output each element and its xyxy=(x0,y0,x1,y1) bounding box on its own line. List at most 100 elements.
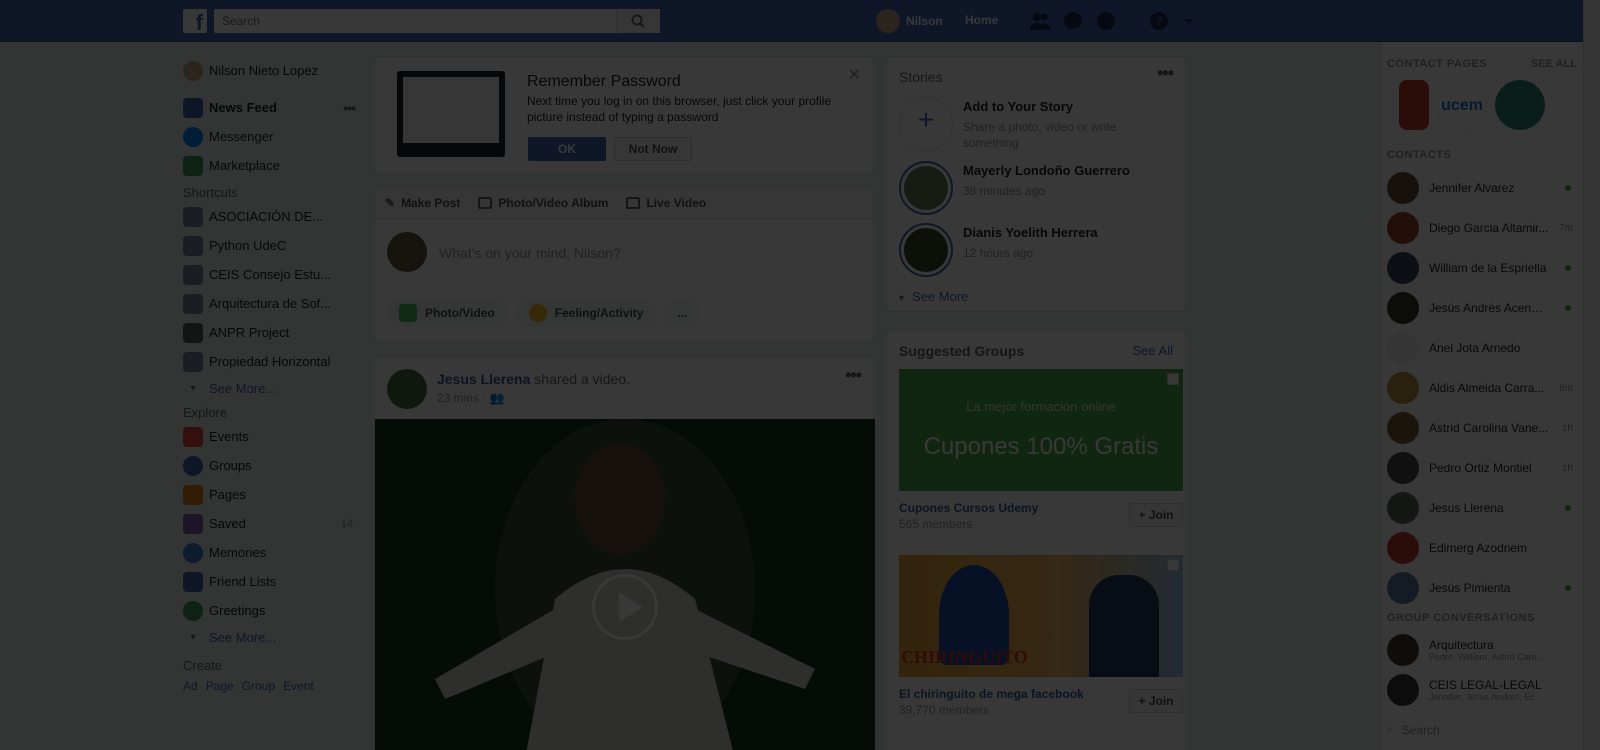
status-input[interactable]: What's on your mind, Nilson? xyxy=(439,245,621,261)
story-name: Dianis Yoelith Herrera xyxy=(963,225,1098,240)
shortcuts-heading: Shortcuts xyxy=(183,185,238,200)
contact-item[interactable]: Pedro Ortiz Montiel 1h xyxy=(1387,450,1577,486)
page-avatar[interactable] xyxy=(1399,80,1429,130)
home-link[interactable]: Home xyxy=(965,13,998,27)
sidebar-item-saved[interactable]: Saved 14 xyxy=(183,509,363,538)
post-options-icon[interactable]: ••• xyxy=(845,365,862,386)
sidebar-item-messenger[interactable]: Messenger xyxy=(183,122,363,151)
contact-item[interactable]: Anel Jota Arnedo xyxy=(1387,330,1577,366)
shortcut-item[interactable]: CEIS Consejo Estu... xyxy=(183,260,363,289)
last-active-time: 1h xyxy=(1561,422,1573,434)
help-icon[interactable]: ? xyxy=(1148,10,1170,32)
messenger-icon[interactable] xyxy=(1062,10,1084,32)
contact-name: Pedro Ortiz Montiel xyxy=(1429,461,1532,475)
avatar[interactable] xyxy=(387,369,427,409)
contact-item[interactable]: Aldis Almeida Carra... 8m xyxy=(1387,370,1577,406)
feeling-activity-button[interactable]: Feeling/Activity xyxy=(516,299,656,327)
more-actions-button[interactable]: ... xyxy=(665,299,700,327)
join-group-button[interactable]: + Join xyxy=(1129,503,1183,527)
shortcut-item[interactable]: Arquitectura de Sof... xyxy=(183,289,363,318)
contact-name: Jesús Pimienta xyxy=(1429,581,1511,595)
online-status-icon xyxy=(1565,265,1571,271)
contact-item[interactable]: Jesus Llerena xyxy=(1387,490,1577,526)
sidebar-item-greetings[interactable]: Greetings xyxy=(183,596,363,625)
explore-see-more[interactable]: ▾ See More... xyxy=(183,625,363,649)
contact-item[interactable]: Jesús Pimienta xyxy=(1387,570,1577,606)
sidebar-item-pages[interactable]: Pages xyxy=(183,480,363,509)
play-icon[interactable] xyxy=(592,574,658,640)
ad-choices-icon[interactable] xyxy=(1167,373,1179,385)
sidebar-item-friend-lists[interactable]: Friend Lists xyxy=(183,567,363,596)
create-ad-link[interactable]: Ad xyxy=(183,679,198,693)
more-options-icon[interactable]: ••• xyxy=(343,100,356,116)
page-logo[interactable]: ucem xyxy=(1437,80,1487,130)
shortcut-item[interactable]: ANPR Project xyxy=(183,318,363,347)
add-story[interactable]: Add to Your Story Share a photo, video o… xyxy=(899,97,1179,153)
join-group-button[interactable]: + Join xyxy=(1129,689,1183,713)
group-conversations-heading: GROUP CONVERSATIONS xyxy=(1387,612,1535,624)
chat-search[interactable]: ⌕ Search xyxy=(1387,722,1440,737)
see-more-label: See More xyxy=(912,289,969,304)
caret-down-icon[interactable] xyxy=(1178,10,1200,32)
group-cover-image[interactable]: CHIRINGUITO xyxy=(899,555,1183,677)
album-icon xyxy=(478,196,493,209)
sidebar-profile[interactable]: Nilson Nieto Lopez xyxy=(183,56,363,85)
search-button[interactable] xyxy=(616,9,660,33)
group-conversation-item[interactable]: Arquitectura Pedro, William, Astrid Caro.… xyxy=(1387,632,1577,668)
avatar xyxy=(1387,412,1419,444)
sidebar-item-groups[interactable]: Groups xyxy=(183,451,363,480)
contact-item[interactable]: Jennifer Alvarez xyxy=(1387,170,1577,206)
sidebar-item-news-feed[interactable]: News Feed ••• xyxy=(183,93,363,122)
tab-label: Photo/Video Album xyxy=(498,195,609,210)
create-page-link[interactable]: Page xyxy=(206,679,234,693)
create-event-link[interactable]: Event xyxy=(283,679,314,693)
shortcuts-see-more[interactable]: ▾ See More... xyxy=(183,376,363,400)
contact-item[interactable]: Diego Garcia Altamir... 7m xyxy=(1387,210,1577,246)
not-now-button[interactable]: Not Now xyxy=(614,137,692,161)
see-all-link[interactable]: SEE ALL xyxy=(1531,58,1577,70)
story-item[interactable]: Mayerly Londoño Guerrero 38 minutes ago xyxy=(899,161,1179,217)
sidebar-item-memories[interactable]: Memories xyxy=(183,538,363,567)
contact-item[interactable]: Jesús Andrés Acendr... xyxy=(1387,290,1577,326)
group-icon xyxy=(183,264,203,285)
profile-link[interactable]: Nilson xyxy=(876,9,943,33)
suggested-groups-title: Suggested Groups xyxy=(899,343,1025,359)
friends-icon[interactable] xyxy=(1029,10,1051,32)
story-item[interactable]: Dianis Yoelith Herrera 12 hours ago xyxy=(899,223,1179,279)
stories-options-icon[interactable]: ••• xyxy=(1157,63,1174,84)
contact-name: Jennifer Alvarez xyxy=(1429,181,1515,195)
globe-icon[interactable] xyxy=(1095,10,1117,32)
chat-search-placeholder: Search xyxy=(1401,722,1440,737)
shortcut-item[interactable]: ASOCIACIÓN DE... xyxy=(183,202,363,231)
search-input[interactable] xyxy=(214,9,624,33)
ok-button[interactable]: OK xyxy=(528,137,606,161)
sidebar-item-events[interactable]: Events xyxy=(183,422,363,451)
messenger-icon xyxy=(183,126,203,147)
contact-item[interactable]: Edimerg Azodnem xyxy=(1387,530,1577,566)
group-cover-image[interactable]: La mejor formación online Cupones 100% G… xyxy=(899,369,1183,491)
shortcut-item[interactable]: Python UdeC xyxy=(183,231,363,260)
tab-make-post[interactable]: ✎ Make Post xyxy=(385,196,460,210)
shortcut-item[interactable]: Propiedad Horizontal xyxy=(183,347,363,376)
see-all-link[interactable]: See All xyxy=(1133,343,1173,358)
stories-see-more[interactable]: ▾ See More xyxy=(899,289,968,304)
page-avatar[interactable] xyxy=(1495,80,1545,130)
photo-video-button[interactable]: Photo/Video xyxy=(387,299,507,327)
facebook-logo-icon[interactable]: f xyxy=(183,9,207,33)
contact-item[interactable]: Astrid Carolina Vane... 1h xyxy=(1387,410,1577,446)
sidebar-item-marketplace[interactable]: Marketplace xyxy=(183,151,363,180)
create-group-link[interactable]: Group xyxy=(242,679,275,693)
page-scrollbar[interactable] xyxy=(1583,0,1600,750)
tab-live-video[interactable]: Live Video xyxy=(626,196,706,210)
monitor-illustration xyxy=(397,71,505,157)
post-timestamp[interactable]: 23 mins · 👥 xyxy=(437,391,505,405)
contact-name: Edimerg Azodnem xyxy=(1429,541,1528,555)
ad-choices-icon[interactable] xyxy=(1167,559,1179,571)
group-conversation-item[interactable]: CEIS LEGAL-LEGAL Jennifer, Jesús Andrés, … xyxy=(1387,672,1577,708)
contact-item[interactable]: William de la Espriella xyxy=(1387,250,1577,286)
video-player[interactable] xyxy=(375,419,875,750)
close-icon[interactable]: ✕ xyxy=(848,65,861,85)
post-author-link[interactable]: Jesus Llerena xyxy=(437,371,530,387)
tab-photo-video-album[interactable]: Photo/Video Album xyxy=(478,196,608,210)
group-icon xyxy=(183,293,203,314)
